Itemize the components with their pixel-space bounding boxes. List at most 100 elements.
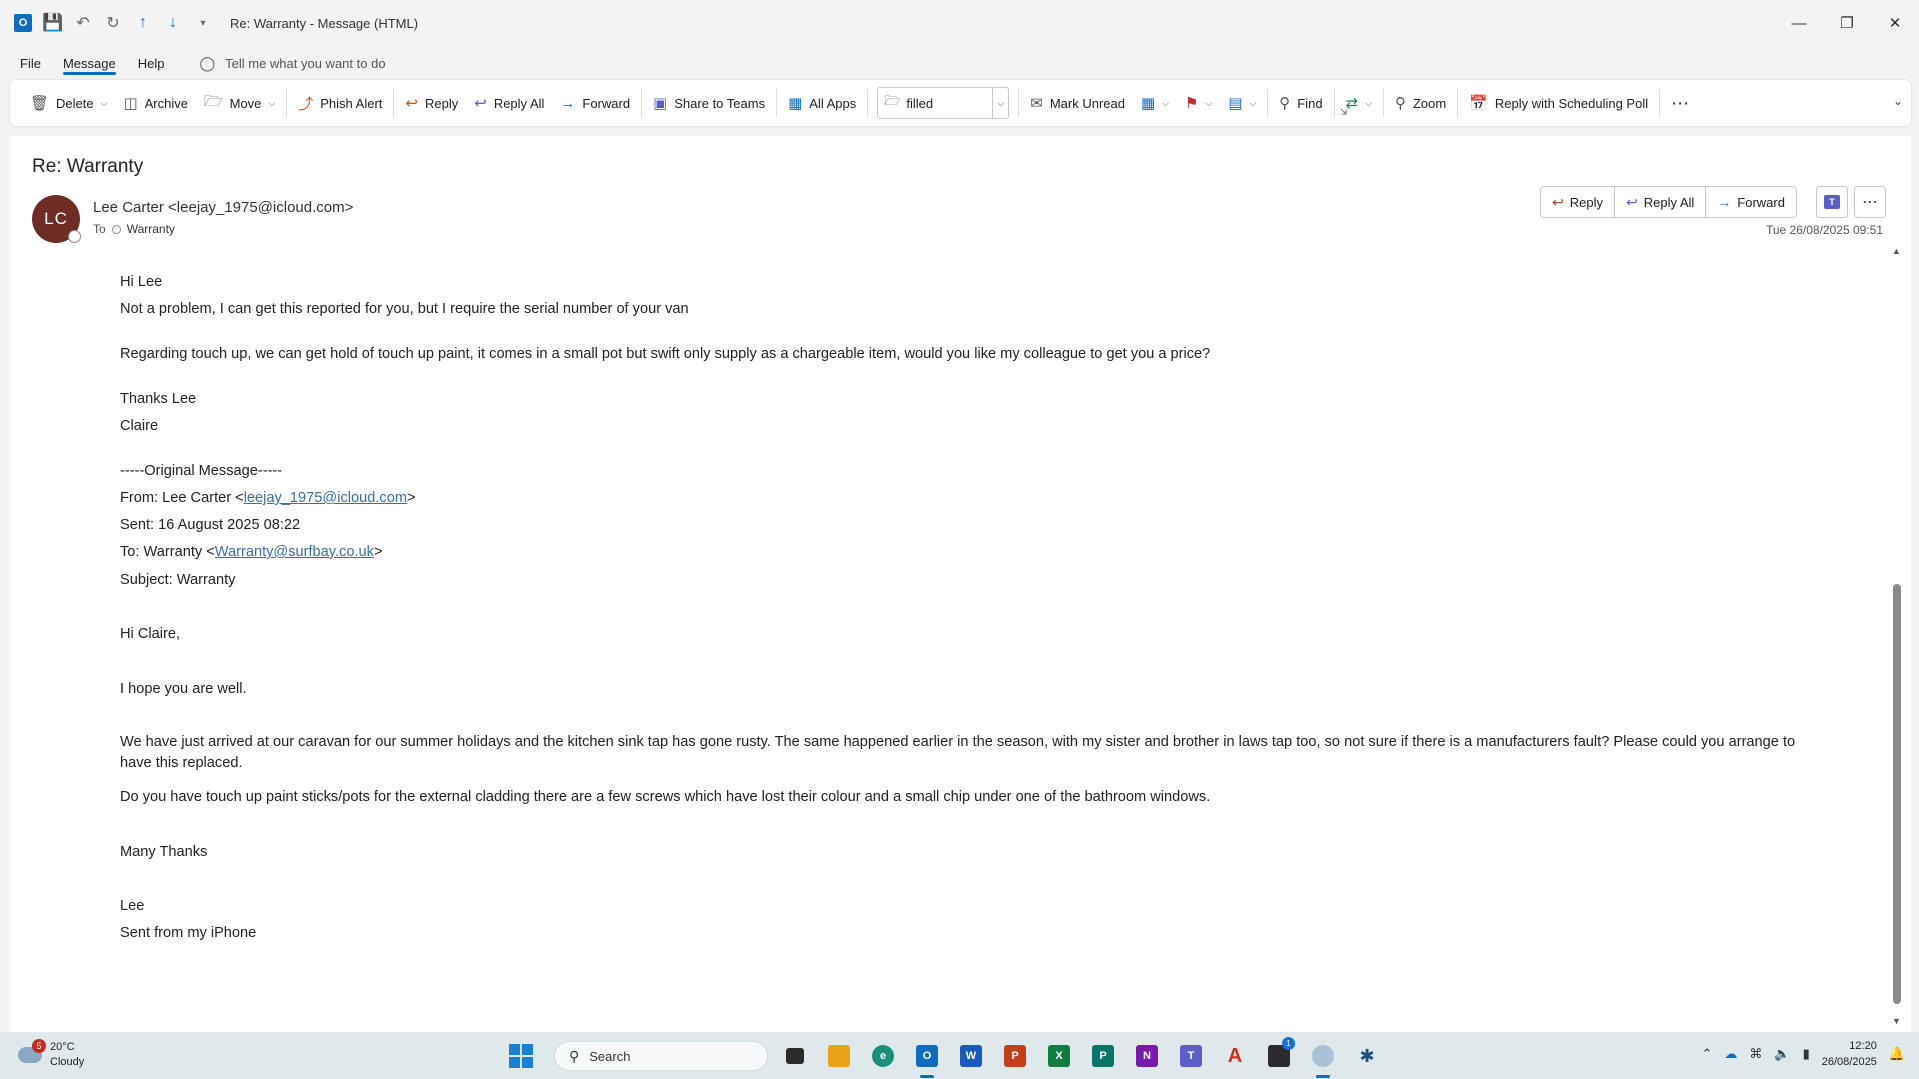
reply-all-button[interactable]: ↩ Reply All bbox=[466, 87, 552, 119]
from-suffix: > bbox=[406, 490, 416, 506]
powerpoint-button[interactable]: P bbox=[998, 1039, 1032, 1073]
to-email-link[interactable]: Warranty@surfbay.co.uk bbox=[215, 544, 374, 560]
ribbon-divider bbox=[867, 89, 869, 117]
to-label: To bbox=[93, 222, 106, 236]
wifi-icon[interactable]: ⌘ bbox=[1749, 1046, 1762, 1062]
chevron-down-icon: ⌵ bbox=[268, 97, 276, 108]
received-date: Tue 26/08/2025 09:51 bbox=[1766, 223, 1883, 237]
ribbon-divider bbox=[641, 89, 643, 117]
speaker-muted-icon[interactable]: 🔈 bbox=[1774, 1046, 1790, 1062]
notification-bell-icon[interactable]: 🔔 bbox=[1889, 1046, 1905, 1062]
outlook-button[interactable]: O bbox=[910, 1039, 944, 1078]
onedrive-cloud-icon[interactable]: ☁ bbox=[1724, 1046, 1737, 1062]
excel-button[interactable]: X bbox=[1042, 1039, 1076, 1073]
chevron-up-icon[interactable]: ⌃ bbox=[1702, 1046, 1713, 1062]
teams-icon: T bbox=[1180, 1045, 1202, 1067]
tab-file[interactable]: File bbox=[0, 46, 52, 80]
reply-all-icon: ↩ bbox=[474, 95, 487, 112]
find-button[interactable]: ⚲ Find bbox=[1271, 87, 1330, 119]
reply-label: Reply bbox=[1569, 194, 1603, 210]
mark-unread-button[interactable]: ✉ Mark Unread bbox=[1022, 87, 1133, 119]
scroll-down-icon[interactable]: ▼ bbox=[1892, 1016, 1901, 1026]
word-button[interactable]: W bbox=[954, 1039, 988, 1073]
undo-icon[interactable]: ↶ bbox=[74, 14, 92, 32]
tab-help[interactable]: Help bbox=[127, 46, 176, 80]
chevron-down-icon: ⌵ bbox=[1205, 97, 1213, 108]
reply-all-label: Reply All bbox=[493, 95, 545, 111]
recipient-name[interactable]: Warranty bbox=[127, 222, 175, 236]
scroll-up-icon[interactable]: ▲ bbox=[1892, 246, 1901, 256]
to-suffix: > bbox=[373, 544, 383, 560]
tell-me-search[interactable]: ◯ Tell me what you want to do bbox=[199, 55, 385, 72]
system-clock[interactable]: 12:20 26/08/2025 bbox=[1822, 1038, 1877, 1070]
folder-value: filled bbox=[906, 95, 934, 111]
reply-all-button[interactable]: ↩ Reply All bbox=[1615, 187, 1707, 217]
move-to-folder-dropdown[interactable]: 🗁 filled ⌵ bbox=[877, 87, 1010, 119]
taskbar-search[interactable]: ⚲ Search bbox=[554, 1041, 768, 1071]
original-sent-line: Sent: 16 August 2025 08:22 bbox=[120, 517, 301, 533]
archive-button[interactable]: ◫ Archive bbox=[115, 87, 196, 119]
save-icon[interactable]: 💾 bbox=[42, 13, 63, 32]
ribbon-divider bbox=[1018, 89, 1020, 117]
policy-button[interactable]: ▤ ⌵ bbox=[1220, 87, 1264, 119]
sender-name[interactable]: Lee Carter <leejay_1975@icloud.com> bbox=[93, 199, 353, 216]
chevron-down-icon[interactable]: ⌵ bbox=[101, 98, 108, 109]
terminal-button[interactable]: 1 bbox=[1262, 1037, 1296, 1073]
outlook-icon: O bbox=[916, 1045, 938, 1067]
dialog-launcher-icon[interactable]: ⇲ bbox=[1340, 107, 1348, 118]
restore-button[interactable]: ❐ bbox=[1823, 0, 1871, 46]
reply-button[interactable]: ↩ Reply bbox=[397, 87, 466, 119]
zoom-button[interactable]: ⚲ Zoom bbox=[1387, 87, 1454, 119]
delete-button[interactable]: 🗑 Delete ⌵ bbox=[22, 87, 115, 119]
teams-button[interactable]: T bbox=[1174, 1039, 1208, 1073]
scrollbar-thumb[interactable] bbox=[1893, 584, 1901, 1004]
ribbon: 🗑 Delete ⌵ ◫ Archive 🗁 Move ⌵ ⤴ Phish Al… bbox=[10, 80, 1911, 126]
ribbon-divider bbox=[393, 89, 395, 117]
original-from-line: From: Lee Carter <leejay_1975@icloud.com… bbox=[120, 490, 416, 506]
previous-item-icon[interactable]: ↑ bbox=[134, 14, 152, 32]
customize-toolbar-icon[interactable]: ▾ bbox=[194, 14, 212, 32]
task-view-button[interactable] bbox=[778, 1039, 812, 1073]
edge-button[interactable]: e bbox=[866, 1039, 900, 1073]
phish-alert-label: Phish Alert bbox=[320, 95, 383, 111]
apps-grid-icon: ▦ bbox=[788, 95, 803, 112]
all-apps-button[interactable]: ▦ All Apps bbox=[780, 87, 864, 119]
accessibility-app-button[interactable]: ✱ bbox=[1350, 1039, 1384, 1073]
browser-app-button[interactable] bbox=[1306, 1039, 1340, 1078]
follow-up-flag-button[interactable]: ⚑ ⌵ bbox=[1177, 87, 1220, 119]
weather-widget[interactable]: 5 20°C Cloudy bbox=[18, 1039, 84, 1070]
file-explorer-button[interactable] bbox=[822, 1039, 856, 1073]
categorize-button[interactable]: ▦ ⌵ bbox=[1133, 87, 1177, 119]
forward-button[interactable]: → Forward bbox=[552, 87, 638, 119]
taskbar: 5 20°C Cloudy ⚲ Search e O W P X P N T A… bbox=[0, 1032, 1919, 1079]
more-commands-button[interactable]: ⋯ bbox=[1663, 87, 1697, 119]
window-title: Re: Warranty - Message (HTML) bbox=[230, 15, 419, 31]
publisher-button[interactable]: P bbox=[1086, 1039, 1120, 1073]
phish-alert-button[interactable]: ⤴ Phish Alert bbox=[290, 87, 390, 119]
powerpoint-icon: P bbox=[1004, 1045, 1026, 1067]
vertical-scrollbar[interactable]: ▲ ▼ bbox=[1891, 246, 1903, 1026]
minimize-button[interactable]: — bbox=[1775, 0, 1823, 46]
tab-message[interactable]: Message bbox=[52, 46, 127, 80]
share-to-teams-button[interactable]: ▣ Share to Teams bbox=[645, 87, 773, 119]
from-email-link[interactable]: leejay_1975@icloud.com bbox=[244, 490, 407, 506]
archive-icon: ◫ bbox=[123, 95, 138, 112]
reply-poll-label: Reply with Scheduling Poll bbox=[1494, 95, 1649, 111]
outlook-logo-icon: O bbox=[14, 14, 32, 32]
reply-with-scheduling-poll-button[interactable]: 📅 Reply with Scheduling Poll bbox=[1461, 87, 1656, 119]
windows-logo-icon bbox=[509, 1044, 533, 1068]
chevron-down-icon[interactable]: ⌵ bbox=[992, 88, 1008, 118]
expand-ribbon-icon[interactable]: ⌄ bbox=[1893, 94, 1903, 108]
redo-icon[interactable]: ↻ bbox=[104, 14, 122, 32]
onenote-button[interactable]: N bbox=[1130, 1039, 1164, 1073]
battery-icon[interactable]: ▮ bbox=[1803, 1046, 1810, 1062]
move-button[interactable]: 🗁 Move ⌵ bbox=[196, 87, 283, 119]
acrobat-button[interactable]: A bbox=[1218, 1039, 1252, 1073]
close-button[interactable]: ✕ bbox=[1871, 0, 1919, 46]
forward-button[interactable]: → Forward bbox=[1706, 187, 1796, 217]
teams-share-button[interactable]: T bbox=[1816, 186, 1848, 218]
reply-button[interactable]: ↩ Reply bbox=[1541, 187, 1615, 217]
more-actions-button[interactable]: ⋯ bbox=[1854, 186, 1886, 218]
start-button[interactable] bbox=[504, 1039, 538, 1073]
next-item-icon[interactable]: ↓ bbox=[164, 14, 182, 32]
